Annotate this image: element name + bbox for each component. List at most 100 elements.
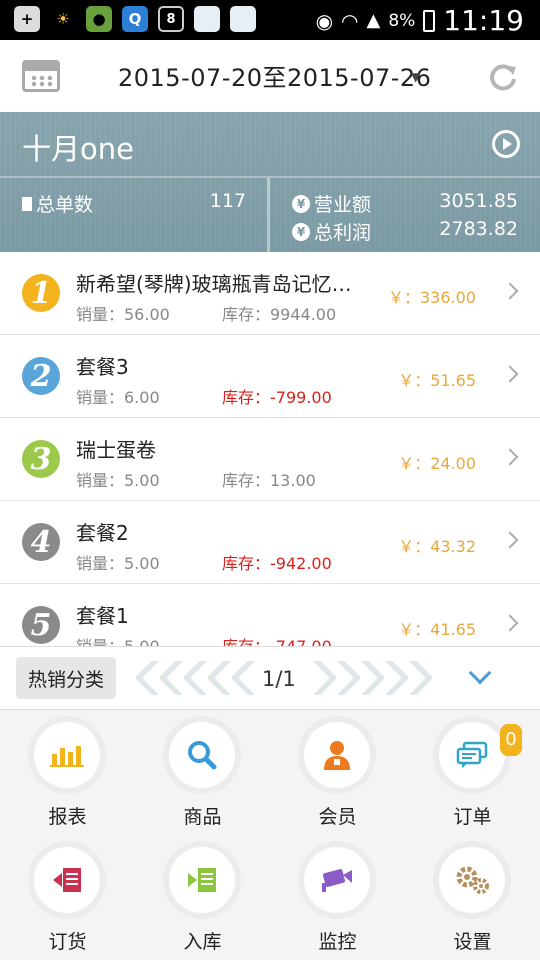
hot-category-button[interactable]: 热销分类 <box>16 657 116 699</box>
search-icon <box>169 722 235 788</box>
profit-label: ¥ 总利润 <box>292 218 371 245</box>
menu-label: 订货 <box>48 931 87 953</box>
order-goods-icon <box>34 847 100 913</box>
stock-quantity: 库存：13.00 <box>222 471 316 490</box>
price: ￥：336.00 <box>388 288 476 307</box>
member-icon <box>304 722 370 788</box>
app-icon: ● <box>86 6 112 32</box>
chevron-right-icon <box>501 614 519 632</box>
price: ￥：41.65 <box>398 620 476 639</box>
banner-divider <box>0 176 540 178</box>
play-icon[interactable] <box>492 130 520 158</box>
chevron-right-icon <box>501 448 519 466</box>
list-item[interactable]: 3 瑞士蛋卷 销量：5.00 库存：13.00 ￥：24.00 <box>0 418 540 501</box>
yen-icon: ¥ <box>292 194 310 213</box>
yen-icon: ¥ <box>292 222 310 241</box>
rank-badge-icon: 4 <box>22 523 60 561</box>
list-item[interactable]: 1 新希望(琴牌)玻璃瓶青岛记忆… 销量：56.00 库存：9944.00 ￥：… <box>0 252 540 335</box>
rank-badge-icon: 2 <box>22 357 60 395</box>
store-app-icon <box>194 6 220 32</box>
q-icon: Q <box>122 6 148 32</box>
function-grid: 报表 商品 会员 订单 订货 入库 监控 设置 <box>0 710 540 960</box>
stock-quantity: 库存：-747.00 <box>222 633 332 646</box>
menu-item-purchase[interactable]: 订货 <box>0 835 135 960</box>
chevron-right-icon <box>501 365 519 383</box>
date-range[interactable]: 2015-07-20至2015-07-26 <box>118 58 431 93</box>
product-name: 套餐1 <box>76 604 129 628</box>
orders-value: 117 <box>209 190 246 212</box>
calendar-icon[interactable] <box>22 60 60 92</box>
sales-quantity: 销量：56.00 <box>76 305 170 324</box>
signal-icon: ▲ <box>366 10 381 31</box>
chevron-down-icon[interactable] <box>468 661 492 685</box>
price: ￥：43.32 <box>398 537 476 556</box>
product-name: 套餐2 <box>76 521 129 545</box>
product-name: 瑞士蛋卷 <box>76 438 156 462</box>
gear-icon <box>439 847 505 913</box>
notification-count-icon: 8 <box>158 6 184 32</box>
prev-page-icon[interactable] <box>136 661 254 695</box>
hot-products-list: 1 新希望(琴牌)玻璃瓶青岛记忆… 销量：56.00 库存：9944.00 ￥：… <box>0 252 540 646</box>
order-count-badge: 0 <box>500 724 522 756</box>
sales-quantity: 销量：5.00 <box>76 554 160 573</box>
menu-label: 会员 <box>318 806 357 828</box>
sales-quantity: 销量：5.00 <box>76 471 160 490</box>
sales-quantity: 销量：6.00 <box>76 388 160 407</box>
rank-badge-icon: 3 <box>22 440 60 478</box>
rank-badge-icon: 5 <box>22 606 60 644</box>
header: 2015-07-20至2015-07-26 ▼ <box>0 40 540 112</box>
add-icon: + <box>14 6 40 32</box>
store-banner: 十月one 总单数 117 ¥ 营业额 3051.85 ¥ 总利润 2783.82 <box>0 112 540 252</box>
menu-item-settings[interactable]: 设置 <box>405 835 540 960</box>
battery-text: 8% <box>388 10 416 31</box>
revenue-value: 3051.85 <box>439 190 518 212</box>
menu-item-goods[interactable]: 商品 <box>135 710 270 835</box>
store-app-icon-2 <box>230 6 256 32</box>
dropdown-arrow-icon[interactable]: ▼ <box>411 70 420 84</box>
menu-label: 商品 <box>183 806 222 828</box>
stock-quantity: 库存：9944.00 <box>222 305 337 324</box>
menu-label: 设置 <box>453 931 492 953</box>
menu-item-member[interactable]: 会员 <box>270 710 405 835</box>
list-item[interactable]: 5 套餐1 销量：5.00 库存：-747.00 ￥：41.65 <box>0 584 540 646</box>
orders-label: 总单数 <box>22 190 93 217</box>
menu-item-report[interactable]: 报表 <box>0 710 135 835</box>
revenue-label: ¥ 营业额 <box>292 190 371 217</box>
stock-quantity: 库存：-942.00 <box>222 554 332 573</box>
page-indicator: 1/1 <box>262 667 296 691</box>
rank-badge-icon: 1 <box>22 274 60 312</box>
bar-chart-icon <box>34 722 100 788</box>
weather-icon: ☀ <box>50 6 76 32</box>
price: ￥：51.65 <box>398 371 476 390</box>
menu-label: 监控 <box>318 931 357 953</box>
store-name: 十月one <box>22 132 134 166</box>
clock: 11:19 <box>443 4 524 37</box>
chat-icon <box>439 722 505 788</box>
document-icon <box>22 196 32 211</box>
status-bar: + ☀ ● Q 8 ◉ ◠ ▲ 8% 11:19 <box>0 0 540 40</box>
product-name: 套餐3 <box>76 355 129 379</box>
product-name: 新希望(琴牌)玻璃瓶青岛记忆… <box>76 272 352 296</box>
next-page-icon[interactable] <box>314 661 432 695</box>
stock-quantity: 库存：-799.00 <box>222 388 332 407</box>
menu-item-monitor[interactable]: 监控 <box>270 835 405 960</box>
refresh-icon[interactable] <box>488 62 518 92</box>
battery-icon <box>423 9 436 32</box>
sales-quantity: 销量：5.00 <box>76 633 160 646</box>
list-item[interactable]: 4 套餐2 销量：5.00 库存：-942.00 ￥：43.32 <box>0 501 540 584</box>
camera-icon <box>304 847 370 913</box>
chevron-right-icon <box>501 531 519 549</box>
banner-divider-vertical <box>267 178 270 252</box>
price: ￥：24.00 <box>398 454 476 473</box>
profit-value: 2783.82 <box>439 218 518 240</box>
chevron-right-icon <box>501 282 519 300</box>
menu-label: 订单 <box>453 806 492 828</box>
category-bar: 热销分类 1/1 <box>0 646 540 710</box>
list-item[interactable]: 2 套餐3 销量：6.00 库存：-799.00 ￥：51.65 <box>0 335 540 418</box>
menu-item-stock-in[interactable]: 入库 <box>135 835 270 960</box>
wifi-icon: ◠ <box>341 8 359 33</box>
menu-label: 入库 <box>183 931 222 953</box>
stock-in-icon <box>169 847 235 913</box>
eye-icon: ◉ <box>315 8 334 33</box>
menu-label: 报表 <box>48 806 87 828</box>
